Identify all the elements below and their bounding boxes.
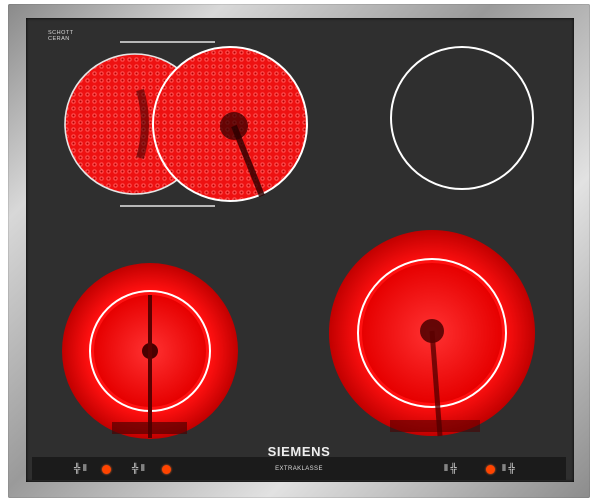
knob-rear-right[interactable] bbox=[486, 465, 495, 474]
zone-front-right-icon: ⦀ ╬ bbox=[502, 463, 515, 473]
cooking-zones bbox=[62, 41, 535, 439]
zone-rear-left bbox=[64, 41, 308, 207]
knob-front-left[interactable] bbox=[102, 465, 111, 474]
zone-front-left-icon: ╬ ⦀ bbox=[74, 463, 87, 473]
knob-rear-left[interactable] bbox=[162, 465, 171, 474]
cooktop: SCHOTT CERAN SIEMENS EXTRAKLASSE ╬ ⦀ ╬ ⦀… bbox=[0, 0, 598, 502]
brand-line-2: CERAN bbox=[48, 36, 70, 42]
schott-ceran-mark: SCHOTT CERAN bbox=[48, 30, 74, 42]
zone-rear-right bbox=[390, 46, 534, 190]
zone-front-left bbox=[62, 263, 238, 439]
zone-rear-left-icon: ╬ ⦀ bbox=[132, 463, 145, 473]
zone-rear-right-icon: ⦀ ╬ bbox=[444, 463, 457, 473]
zone-front-right bbox=[329, 230, 535, 437]
